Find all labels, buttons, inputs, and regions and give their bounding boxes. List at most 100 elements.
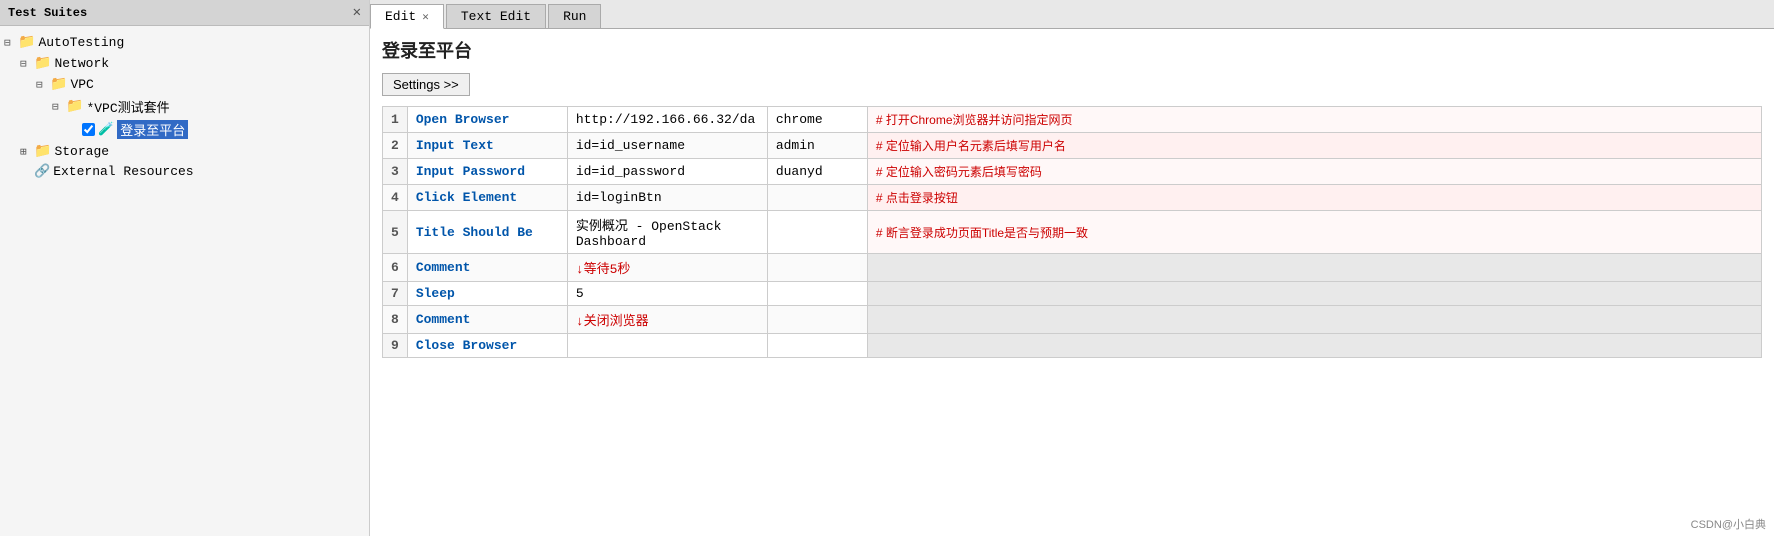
keyword-cell[interactable]: Input Text bbox=[407, 133, 567, 159]
arg1-cell[interactable]: 5 bbox=[567, 282, 767, 306]
sidebar-item-login[interactable]: 🧪登录至平台 bbox=[4, 118, 365, 141]
tab-label: Run bbox=[563, 9, 586, 24]
comment-cell: # 点击登录按钮 bbox=[867, 185, 1761, 211]
arg1-cell[interactable]: ↓关闭浏览器 bbox=[567, 306, 767, 334]
arg2-cell[interactable]: chrome bbox=[767, 107, 867, 133]
row-number: 4 bbox=[383, 185, 408, 211]
row-number: 6 bbox=[383, 254, 408, 282]
sidebar-header: Test Suites ✕ bbox=[0, 0, 369, 26]
arg1-cell[interactable]: id=loginBtn bbox=[567, 185, 767, 211]
sidebar-item-vpc[interactable]: ⊟📁VPC bbox=[4, 74, 365, 95]
keyword-cell[interactable]: Sleep bbox=[407, 282, 567, 306]
row-number: 7 bbox=[383, 282, 408, 306]
arg2-cell[interactable] bbox=[767, 185, 867, 211]
comment-cell: # 定位输入用户名元素后填写用户名 bbox=[867, 133, 1761, 159]
expander-icon[interactable]: ⊟ bbox=[36, 78, 50, 92]
sidebar-item-network[interactable]: ⊟📁Network bbox=[4, 53, 365, 74]
test-title: 登录至平台 bbox=[382, 37, 1762, 63]
content-area: 登录至平台 Settings >> 1Open Browserhttp://19… bbox=[370, 29, 1774, 536]
tab-label: Edit bbox=[385, 9, 416, 24]
table-row[interactable]: 7Sleep5 bbox=[383, 282, 1762, 306]
arg2-cell[interactable]: duanyd bbox=[767, 159, 867, 185]
table-row[interactable]: 9Close Browser bbox=[383, 334, 1762, 358]
table-row[interactable]: 6Comment↓等待5秒 bbox=[383, 254, 1762, 282]
tab-close-icon[interactable]: ✕ bbox=[422, 10, 429, 24]
resource-icon: 🔗 bbox=[34, 164, 50, 179]
folder-icon: 📁 bbox=[18, 34, 35, 51]
folder-icon: 📁 bbox=[50, 76, 67, 93]
arg2-cell[interactable] bbox=[767, 334, 867, 358]
sidebar: Test Suites ✕ ⊟📁AutoTesting⊟📁Network⊟📁VP… bbox=[0, 0, 370, 536]
keyword-cell[interactable]: Open Browser bbox=[407, 107, 567, 133]
sidebar-tree: ⊟📁AutoTesting⊟📁Network⊟📁VPC⊟📁*VPC测试套件🧪登录… bbox=[0, 26, 369, 536]
arg1-cell[interactable]: id=id_password bbox=[567, 159, 767, 185]
arg1-cell[interactable]: id=id_username bbox=[567, 133, 767, 159]
arg2-cell[interactable]: admin bbox=[767, 133, 867, 159]
expander-icon[interactable]: ⊞ bbox=[20, 145, 34, 159]
keyword-table: 1Open Browserhttp://192.166.66.32/dachro… bbox=[382, 106, 1762, 358]
folder-icon: 📁 bbox=[34, 55, 51, 72]
comment-cell-empty bbox=[867, 334, 1761, 358]
expander-icon[interactable]: ⊟ bbox=[52, 100, 66, 114]
sidebar-item-external[interactable]: 🔗External Resources bbox=[4, 162, 365, 181]
sidebar-item-vpc-suite[interactable]: ⊟📁*VPC测试套件 bbox=[4, 95, 365, 118]
keyword-cell[interactable]: Title Should Be bbox=[407, 211, 567, 254]
expander-icon[interactable]: ⊟ bbox=[20, 57, 34, 71]
table-row[interactable]: 8Comment↓关闭浏览器 bbox=[383, 306, 1762, 334]
row-number: 5 bbox=[383, 211, 408, 254]
tab-run[interactable]: Run bbox=[548, 4, 601, 28]
test-icon: 🧪 bbox=[98, 122, 114, 137]
item-checkbox[interactable] bbox=[82, 123, 95, 136]
arg2-cell[interactable] bbox=[767, 282, 867, 306]
tree-label: Storage bbox=[54, 144, 109, 159]
tab-text-edit[interactable]: Text Edit bbox=[446, 4, 546, 28]
arg1-cell[interactable] bbox=[567, 334, 767, 358]
comment-cell: # 打开Chrome浏览器并访问指定网页 bbox=[867, 107, 1761, 133]
table-row[interactable]: 5Title Should Be实例概况 - OpenStack Dashboa… bbox=[383, 211, 1762, 254]
tree-label: 登录至平台 bbox=[117, 120, 188, 139]
expander-icon[interactable]: ⊟ bbox=[4, 36, 18, 50]
row-number: 3 bbox=[383, 159, 408, 185]
tree-label: *VPC测试套件 bbox=[86, 97, 169, 116]
tab-edit[interactable]: Edit ✕ bbox=[370, 4, 444, 29]
folder-icon: 📁 bbox=[34, 143, 51, 160]
keyword-cell[interactable]: Comment bbox=[407, 254, 567, 282]
tab-bar: Edit ✕ Text Edit Run bbox=[370, 0, 1774, 29]
settings-button[interactable]: Settings >> bbox=[382, 73, 470, 96]
keyword-cell[interactable]: Close Browser bbox=[407, 334, 567, 358]
sidebar-title: Test Suites bbox=[8, 6, 87, 20]
arg1-cell[interactable]: 实例概况 - OpenStack Dashboard bbox=[567, 211, 767, 254]
keyword-cell[interactable]: Click Element bbox=[407, 185, 567, 211]
folder-icon: 📁 bbox=[66, 98, 83, 115]
arg1-cell[interactable]: ↓等待5秒 bbox=[567, 254, 767, 282]
keyword-cell[interactable]: Input Password bbox=[407, 159, 567, 185]
table-row[interactable]: 2Input Textid=id_usernameadmin# 定位输入用户名元… bbox=[383, 133, 1762, 159]
tree-label: Network bbox=[54, 56, 109, 71]
row-number: 8 bbox=[383, 306, 408, 334]
sidebar-item-storage[interactable]: ⊞📁Storage bbox=[4, 141, 365, 162]
comment-cell: # 断言登录成功页面Title是否与预期一致 bbox=[867, 211, 1761, 254]
row-number: 2 bbox=[383, 133, 408, 159]
comment-cell-empty bbox=[867, 282, 1761, 306]
table-row[interactable]: 1Open Browserhttp://192.166.66.32/dachro… bbox=[383, 107, 1762, 133]
table-row[interactable]: 4Click Elementid=loginBtn # 点击登录按钮 bbox=[383, 185, 1762, 211]
comment-cell-empty bbox=[867, 306, 1761, 334]
arg2-cell[interactable] bbox=[767, 306, 867, 334]
tree-label: External Resources bbox=[53, 164, 193, 179]
arg1-cell[interactable]: http://192.166.66.32/da bbox=[567, 107, 767, 133]
sidebar-item-autotesting[interactable]: ⊟📁AutoTesting bbox=[4, 32, 365, 53]
table-row[interactable]: 3Input Passwordid=id_passwordduanyd# 定位输… bbox=[383, 159, 1762, 185]
keyword-cell[interactable]: Comment bbox=[407, 306, 567, 334]
row-number: 1 bbox=[383, 107, 408, 133]
tree-label: VPC bbox=[70, 77, 93, 92]
comment-cell-empty bbox=[867, 254, 1761, 282]
row-number: 9 bbox=[383, 334, 408, 358]
sidebar-close-button[interactable]: ✕ bbox=[353, 4, 361, 21]
arg2-cell[interactable] bbox=[767, 254, 867, 282]
watermark: CSDN@小白典 bbox=[1691, 516, 1766, 532]
tab-label: Text Edit bbox=[461, 9, 531, 24]
main-panel: Edit ✕ Text Edit Run 登录至平台 Settings >> 1Ope… bbox=[370, 0, 1774, 536]
tree-label: AutoTesting bbox=[38, 35, 124, 50]
comment-cell: # 定位输入密码元素后填写密码 bbox=[867, 159, 1761, 185]
arg2-cell[interactable] bbox=[767, 211, 867, 254]
